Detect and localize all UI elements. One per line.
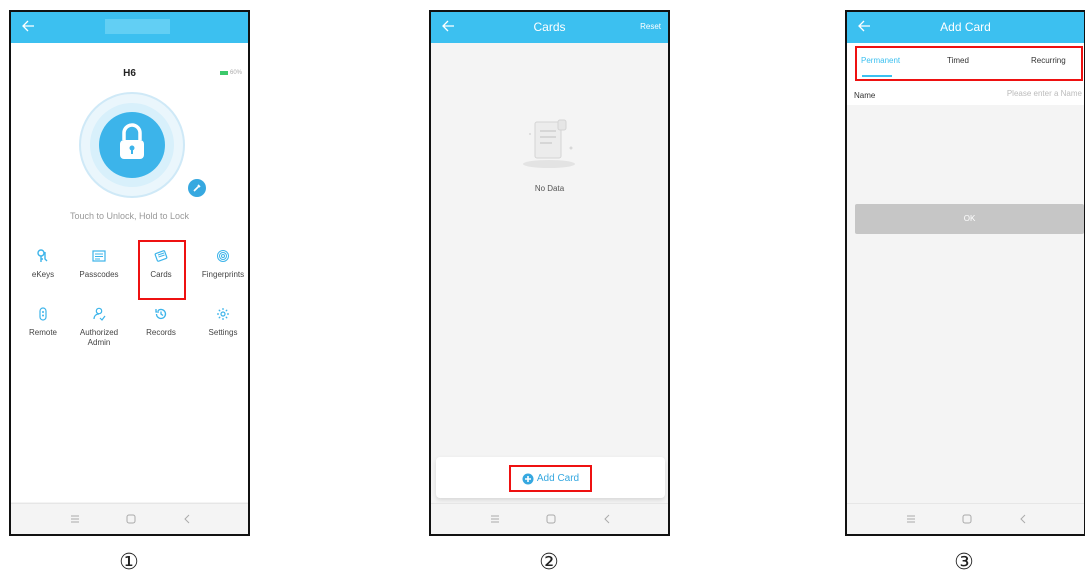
menu-item-ekeys[interactable]: eKeys: [13, 249, 73, 293]
name-label: Name: [854, 91, 876, 100]
menu-item-authorized-admin[interactable]: Authorized Admin: [69, 307, 129, 351]
menu-icon[interactable]: [905, 513, 917, 525]
highlight-box: [509, 465, 592, 492]
ok-button[interactable]: OK: [855, 204, 1084, 234]
header-bar: Add Card: [847, 12, 1084, 43]
back-arrow-icon[interactable]: [21, 19, 35, 33]
menu-item-remote[interactable]: Remote: [13, 307, 73, 351]
remote-icon: [39, 307, 47, 321]
menu-label: Remote: [28, 328, 57, 337]
menu-label: eKeys: [31, 270, 55, 279]
menu-label: Fingerprints: [201, 270, 245, 279]
header-bar: [11, 12, 248, 43]
battery-indicator: 60%: [219, 70, 242, 76]
name-input[interactable]: [972, 89, 1082, 98]
highlight-box: [138, 240, 186, 300]
phone-screen-lock-home: H6 60% Touch to Unlock, Hold to Lock eKe…: [9, 10, 250, 536]
empty-state-text: No Data: [534, 184, 565, 193]
reset-button[interactable]: Reset: [640, 22, 661, 31]
unlock-hint: Touch to Unlock, Hold to Lock: [69, 211, 190, 221]
add-card-bar: Add Card: [436, 457, 665, 498]
key-badge-icon[interactable]: [187, 178, 207, 198]
menu-item-records[interactable]: Records: [131, 307, 191, 351]
records-icon: [155, 308, 167, 320]
highlight-box: [855, 46, 1083, 81]
menu-icon[interactable]: [69, 513, 81, 525]
name-row: Name: [847, 87, 1084, 105]
menu-icon[interactable]: [489, 513, 501, 525]
menu-item-fingerprints[interactable]: Fingerprints: [193, 249, 248, 293]
menu-label: Records: [146, 328, 176, 337]
menu-label: Authorized Admin: [79, 328, 119, 347]
fingerprints-icon: [217, 250, 229, 262]
settings-icon: [217, 308, 229, 320]
home-icon[interactable]: [961, 513, 973, 525]
authorized-admin-icon: [93, 307, 106, 321]
step-marker-1: ①: [119, 550, 139, 575]
menu-label: Settings: [208, 328, 238, 337]
page-title: Add Card: [940, 20, 991, 34]
back-icon[interactable]: [181, 513, 193, 525]
menu-item-passcodes[interactable]: Passcodes: [69, 249, 129, 293]
page-title: Cards: [533, 20, 566, 34]
device-name: H6: [123, 68, 136, 79]
menu-item-settings[interactable]: Settings: [193, 307, 248, 351]
back-icon[interactable]: [601, 513, 613, 525]
phone-screen-add-card: Add Card Permanent Timed Recurring Name …: [845, 10, 1085, 536]
validity-tabs: Permanent Timed Recurring: [847, 43, 1084, 87]
empty-document-icon: [523, 119, 575, 168]
unlock-button[interactable]: [77, 90, 206, 200]
system-nav-bar: [431, 503, 668, 534]
back-icon[interactable]: [1017, 513, 1029, 525]
lock-menu-grid: eKeys Passcodes Cards Fingerprints Remot…: [11, 237, 248, 502]
padlock-icon: [79, 92, 185, 198]
step-marker-2: ②: [539, 550, 559, 575]
battery-level: 60%: [229, 70, 242, 76]
ekeys-icon: [37, 249, 48, 262]
passcodes-icon: [92, 250, 106, 262]
home-icon[interactable]: [125, 513, 137, 525]
header-bar: Cards Reset: [431, 12, 668, 43]
step-marker-3: ③: [954, 550, 974, 575]
system-nav-bar: [11, 503, 248, 534]
battery-icon: [219, 71, 228, 75]
phone-screen-cards: Cards Reset No Data Add Card: [429, 10, 670, 536]
menu-label: Passcodes: [79, 270, 119, 279]
home-icon[interactable]: [545, 513, 557, 525]
redacted-title: [105, 19, 170, 34]
system-nav-bar: [847, 503, 1084, 534]
